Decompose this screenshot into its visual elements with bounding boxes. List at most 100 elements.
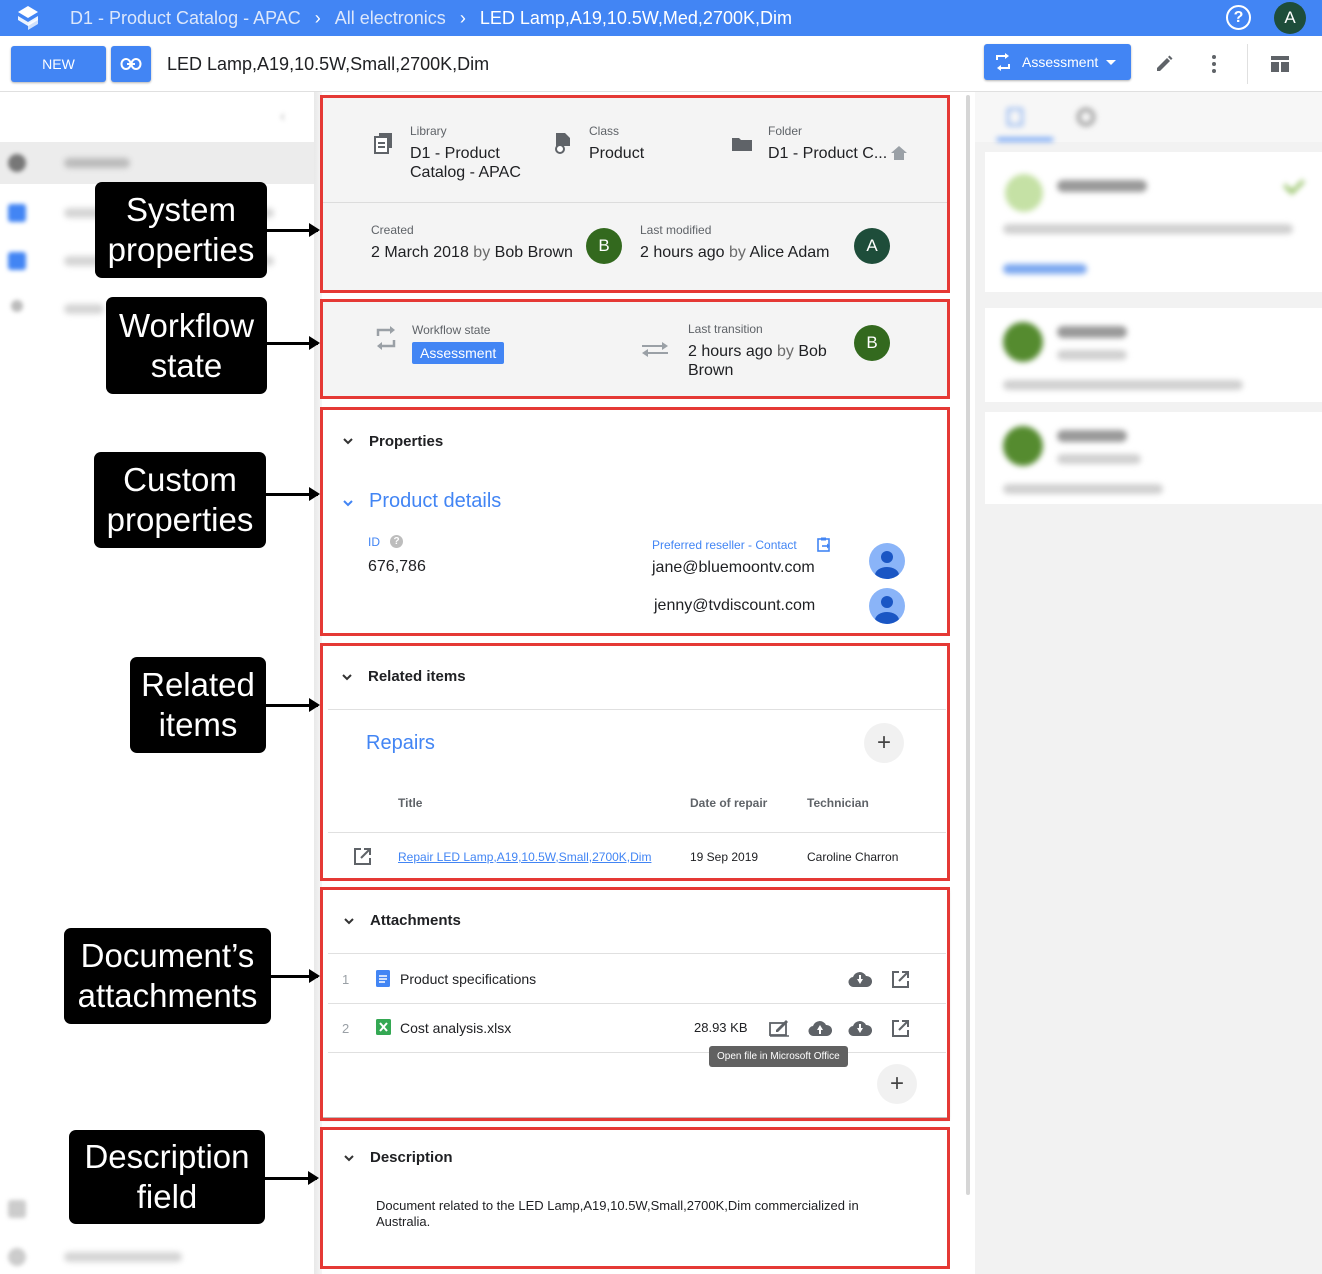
chevron-down-icon[interactable] bbox=[344, 916, 354, 926]
layout-icon[interactable] bbox=[1268, 52, 1292, 76]
transition-date: 2 hours ago bbox=[688, 343, 773, 360]
sidebar-item-history[interactable] bbox=[0, 1236, 314, 1274]
creator-avatar[interactable]: B bbox=[586, 228, 622, 264]
callout-system-properties: System properties bbox=[95, 182, 267, 278]
open-in-new-icon[interactable] bbox=[891, 970, 910, 989]
workflow-transition-button[interactable]: Assessment bbox=[984, 44, 1131, 80]
attachment-index: 1 bbox=[342, 972, 350, 987]
arrow-icon bbox=[266, 487, 320, 501]
activity-title-blurred bbox=[1057, 430, 1127, 442]
user-avatar[interactable]: A bbox=[1274, 2, 1306, 34]
search-tab-icon[interactable] bbox=[1077, 108, 1095, 126]
active-tab-indicator bbox=[997, 138, 1053, 141]
arrow-icon bbox=[267, 223, 320, 237]
workflow-state-panel: Workflow state Assessment Last transitio… bbox=[322, 300, 949, 398]
attachment-name[interactable]: Cost analysis.xlsx bbox=[400, 1020, 511, 1036]
column-header-technician[interactable]: Technician bbox=[807, 796, 869, 810]
product-details-group-title[interactable]: Product details bbox=[369, 490, 501, 513]
repair-title-link[interactable]: Repair LED Lamp,A19,10.5W,Small,2700K,Di… bbox=[398, 850, 651, 864]
open-in-new-icon[interactable] bbox=[353, 847, 372, 866]
breadcrumb-folder[interactable]: All electronics bbox=[335, 8, 446, 29]
link-icon bbox=[120, 58, 142, 70]
more-vert-icon[interactable] bbox=[1202, 52, 1226, 76]
attachments-section-title[interactable]: Attachments bbox=[370, 912, 461, 929]
chevron-down-icon[interactable] bbox=[342, 672, 352, 682]
repairs-group-title: Repairs bbox=[366, 732, 435, 754]
activity-text-blurred bbox=[1003, 224, 1293, 234]
contact-avatar-1[interactable] bbox=[869, 543, 905, 579]
clipboard-icon[interactable] bbox=[817, 537, 831, 552]
class-label: Class bbox=[589, 124, 620, 138]
column-header-date[interactable]: Date of repair bbox=[690, 796, 767, 810]
breadcrumb-library[interactable]: D1 - Product Catalog - APAC bbox=[70, 8, 301, 29]
chevron-right-icon: › bbox=[314, 7, 321, 28]
transition-icon bbox=[642, 342, 668, 357]
attachment-name[interactable]: Product specifications bbox=[400, 971, 536, 987]
copy-link-button[interactable] bbox=[111, 46, 151, 82]
edit-in-office-icon[interactable] bbox=[769, 1019, 790, 1037]
transition-avatar[interactable]: B bbox=[854, 325, 890, 361]
sidebar-item-properties[interactable] bbox=[0, 142, 314, 184]
chevron-right-icon: › bbox=[459, 7, 466, 28]
created-date: 2 March 2018 bbox=[371, 244, 469, 261]
activity-card-2[interactable] bbox=[985, 308, 1322, 402]
callout-description: Description field bbox=[69, 1130, 265, 1224]
cloud-download-icon[interactable] bbox=[848, 971, 872, 988]
callout-attachments: Document’s attachments bbox=[64, 928, 271, 1024]
chevron-down-icon[interactable] bbox=[344, 1153, 354, 1163]
activity-avatar bbox=[1003, 426, 1043, 466]
chevron-down-icon[interactable] bbox=[343, 436, 353, 446]
arrow-icon bbox=[267, 336, 320, 350]
divider bbox=[328, 709, 946, 710]
toolbar-divider bbox=[1247, 44, 1248, 84]
created-label: Created bbox=[371, 223, 414, 237]
edit-icon[interactable] bbox=[1152, 52, 1176, 76]
home-icon[interactable] bbox=[891, 146, 907, 160]
add-attachment-button[interactable]: + bbox=[877, 1064, 917, 1104]
modified-by-name: Alice Adam bbox=[749, 244, 830, 261]
description-section-title[interactable]: Description bbox=[370, 1149, 453, 1166]
modified-date: 2 hours ago bbox=[640, 244, 725, 261]
contact-email-2[interactable]: jenny@tvdiscount.com bbox=[654, 596, 815, 615]
contact-email-1[interactable]: jane@bluemoontv.com bbox=[652, 558, 815, 577]
contact-avatar-2[interactable] bbox=[869, 588, 905, 624]
activity-title-blurred bbox=[1057, 326, 1127, 338]
add-related-item-button[interactable]: + bbox=[864, 723, 904, 763]
chevron-down-icon[interactable] bbox=[343, 498, 353, 508]
description-text[interactable]: Document related to the LED Lamp,A19,10.… bbox=[376, 1198, 906, 1230]
document-tab-icon[interactable] bbox=[1007, 108, 1023, 126]
column-header-title[interactable]: Title bbox=[398, 796, 422, 810]
related-items-section-title[interactable]: Related items bbox=[368, 668, 466, 685]
activity-card-3[interactable] bbox=[985, 412, 1322, 504]
help-icon[interactable]: ? bbox=[390, 535, 403, 548]
arrow-icon bbox=[265, 1171, 319, 1185]
last-transition-value: 2 hours ago by Bob Brown bbox=[688, 342, 848, 380]
properties-section-title[interactable]: Properties bbox=[369, 433, 443, 450]
activity-card-1[interactable] bbox=[985, 152, 1322, 292]
app-logo-icon[interactable] bbox=[14, 4, 42, 32]
help-icon[interactable]: ? bbox=[1226, 5, 1251, 30]
folder-value[interactable]: D1 - Product C... bbox=[768, 144, 887, 163]
arrow-icon bbox=[266, 698, 320, 712]
id-value: 676,786 bbox=[368, 558, 426, 575]
callout-custom-properties: Custom properties bbox=[94, 452, 266, 548]
new-button[interactable]: NEW bbox=[11, 46, 106, 82]
repair-technician: Caroline Charron bbox=[807, 850, 899, 864]
collapse-icon[interactable]: ‹ bbox=[280, 108, 294, 125]
cloud-download-icon[interactable] bbox=[848, 1020, 872, 1037]
document-title: LED Lamp,A19,10.5W,Small,2700K,Dim bbox=[167, 54, 490, 74]
modifier-avatar[interactable]: A bbox=[854, 228, 890, 264]
callout-related-items: Related items bbox=[130, 657, 266, 753]
repair-date: 19 Sep 2019 bbox=[690, 850, 759, 864]
breadcrumb: D1 - Product Catalog - APAC › All electr… bbox=[70, 8, 792, 29]
class-value[interactable]: Product bbox=[589, 144, 644, 163]
related-items-panel: Related items Repairs + Title Date of re… bbox=[322, 644, 949, 880]
activity-title-blurred bbox=[1057, 180, 1147, 192]
vertical-scrollbar[interactable] bbox=[966, 95, 970, 1195]
open-in-new-icon[interactable] bbox=[891, 1019, 910, 1038]
cloud-upload-icon[interactable] bbox=[808, 1020, 832, 1037]
activity-avatar bbox=[1005, 174, 1043, 212]
activity-text-blurred bbox=[1003, 484, 1163, 494]
reseller-label: Preferred reseller - Contact bbox=[652, 538, 797, 552]
see-details-link[interactable] bbox=[1003, 264, 1087, 274]
